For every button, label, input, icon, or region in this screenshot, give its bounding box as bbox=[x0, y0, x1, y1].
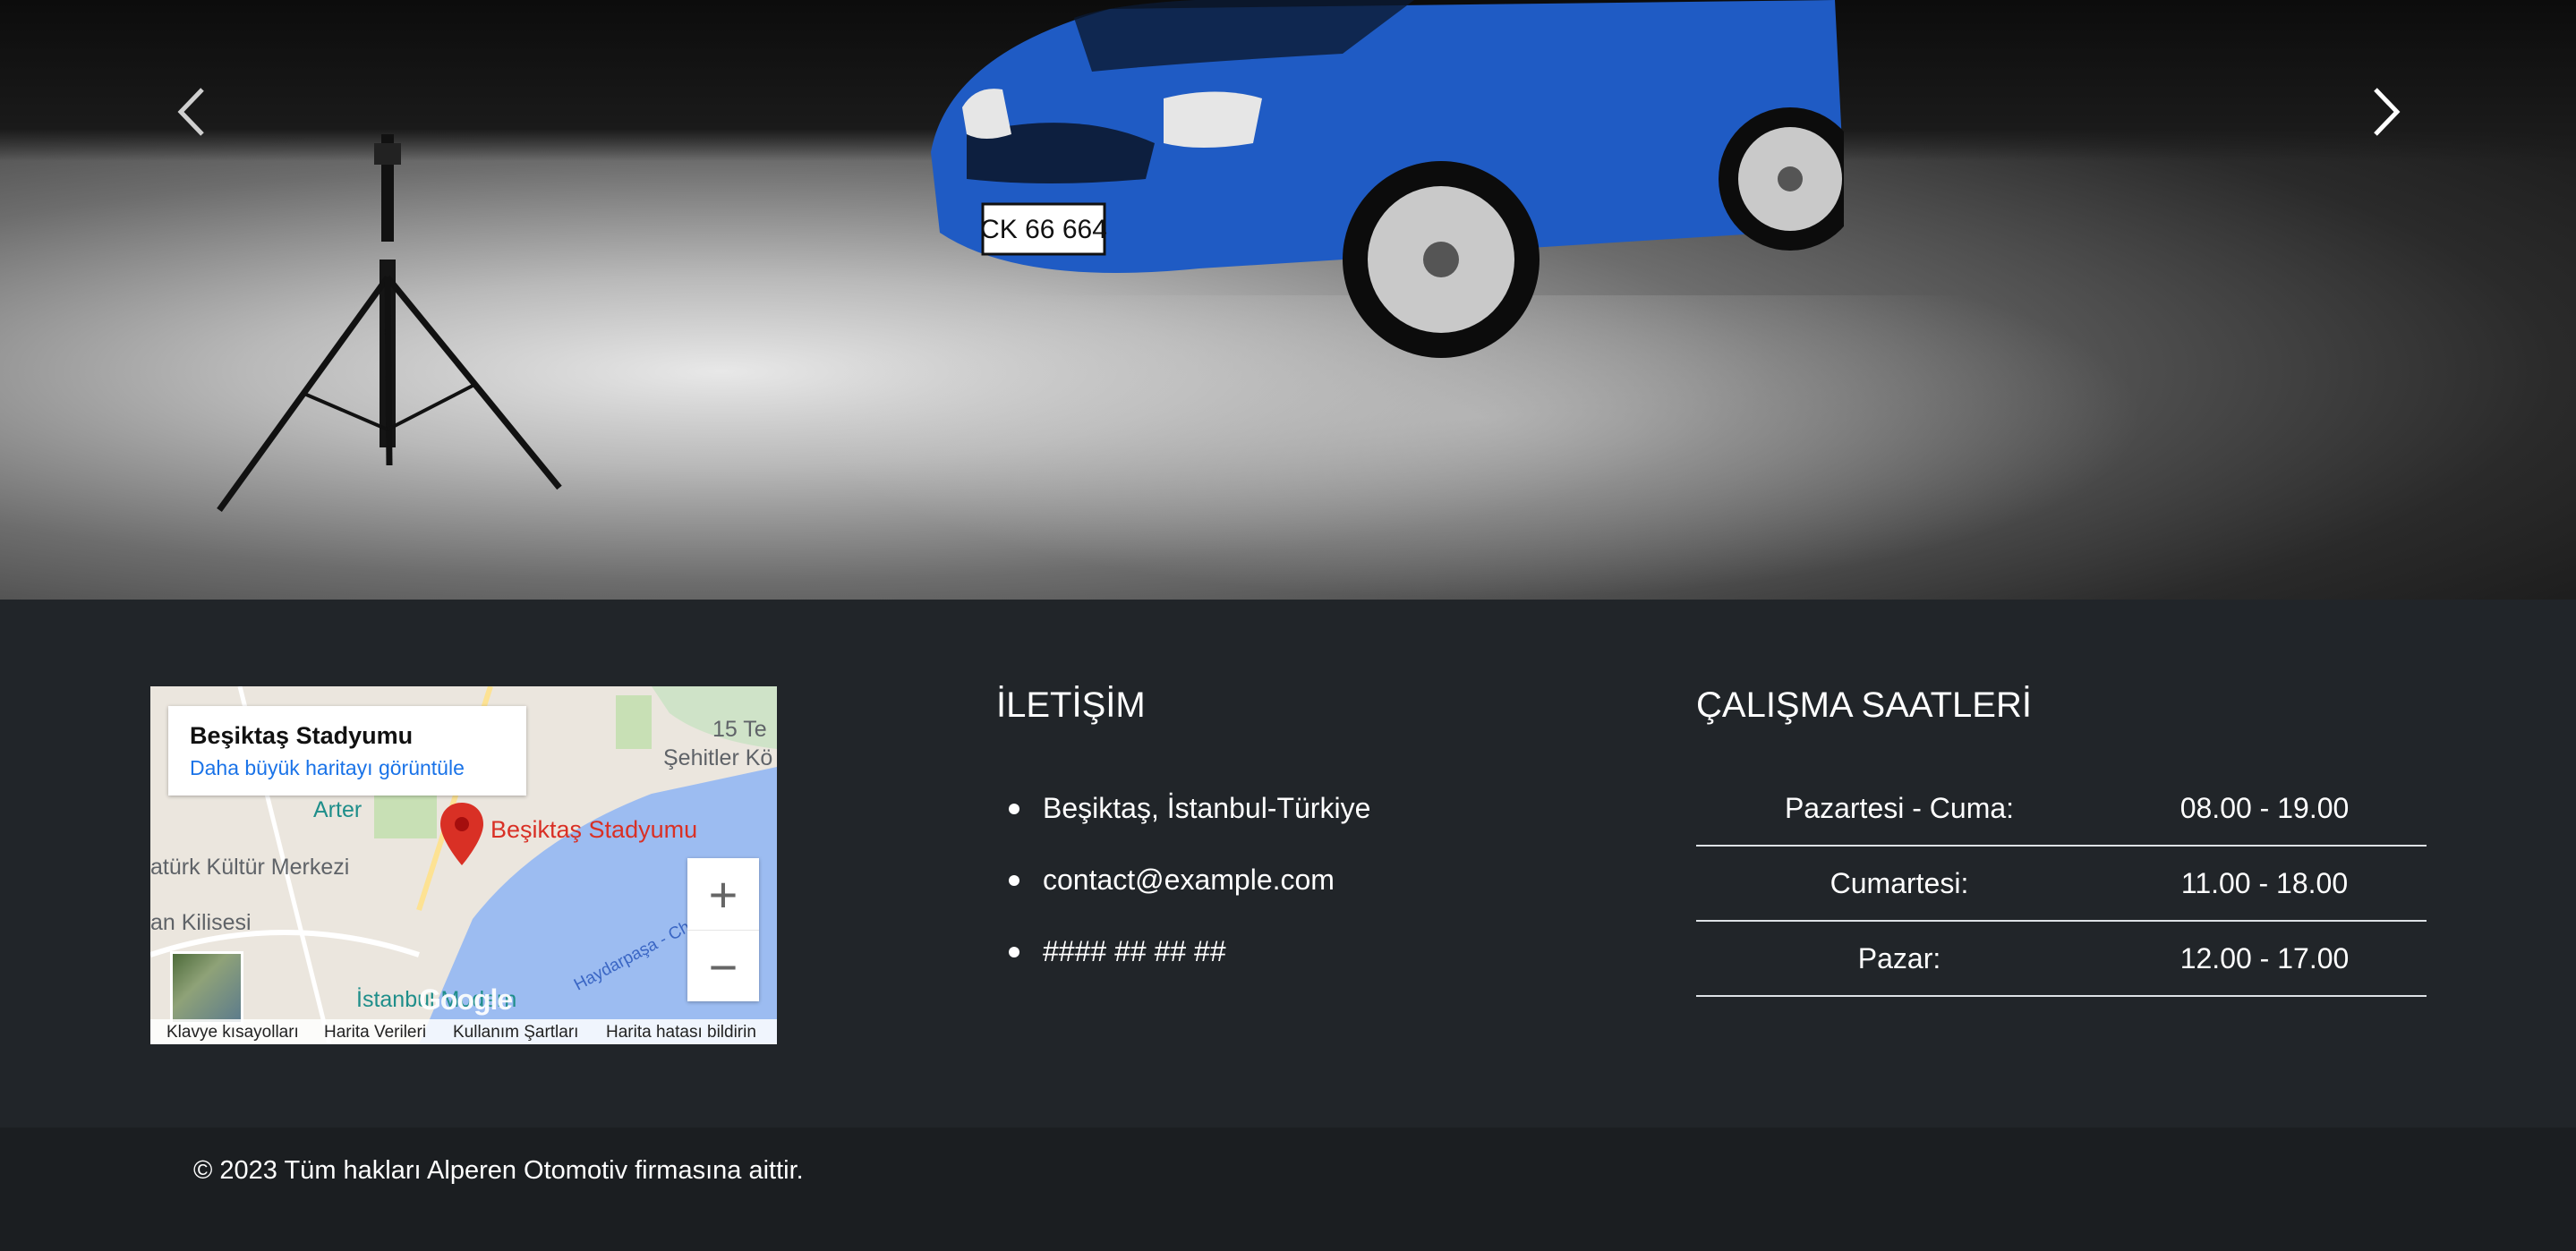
google-map-embed[interactable]: Arter atürk Kültür Merkezi an Kilisesi İ… bbox=[150, 686, 777, 1044]
larger-map-link[interactable]: Daha büyük haritayı görüntüle bbox=[190, 756, 465, 780]
map-zoom-control: + − bbox=[687, 858, 759, 1001]
map-label-arter: Arter bbox=[313, 797, 363, 822]
copyright-bar bbox=[0, 1128, 2576, 1251]
day-cell: Pazar: bbox=[1696, 921, 2103, 997]
map-pin-label[interactable]: Beşiktaş Stadyumu bbox=[490, 816, 697, 844]
bullet-icon bbox=[1009, 804, 1019, 814]
zoom-out-button[interactable]: − bbox=[687, 930, 759, 1002]
report-error-link[interactable]: Harita hatası bildirin bbox=[606, 1023, 756, 1042]
map-data-link[interactable]: Harita Verileri bbox=[324, 1023, 426, 1042]
time-cell: 11.00 - 18.00 bbox=[2103, 846, 2427, 922]
bullet-icon bbox=[1009, 875, 1019, 886]
keyboard-shortcuts-link[interactable]: Klavye kısayolları bbox=[166, 1023, 299, 1042]
chevron-right-icon[interactable] bbox=[2354, 81, 2417, 143]
map-label-sehitler: Şehitler Kö bbox=[663, 745, 773, 770]
working-hours-heading: ÇALIŞMA SAATLERİ bbox=[1696, 685, 2032, 725]
working-hours-table: Pazartesi - Cuma: 08.00 - 19.00 Cumartes… bbox=[1696, 771, 2427, 997]
map-attribution-bar: Klavye kısayolları Harita Verileri Kulla… bbox=[150, 1019, 777, 1044]
tripod-image bbox=[217, 134, 562, 513]
map-place-title: Beşiktaş Stadyumu bbox=[190, 722, 414, 749]
google-logo: Google bbox=[419, 983, 513, 1016]
zoom-in-button[interactable]: + bbox=[687, 858, 759, 930]
email-text: contact@example.com bbox=[1043, 864, 1335, 896]
contact-phone: #### ## ## ## bbox=[996, 926, 1370, 998]
satellite-toggle[interactable] bbox=[170, 951, 243, 1025]
chevron-left-icon[interactable] bbox=[161, 81, 224, 143]
table-row: Pazartesi - Cuma: 08.00 - 19.00 bbox=[1696, 771, 2427, 847]
contact-address: Beşiktaş, İstanbul-Türkiye bbox=[996, 783, 1370, 855]
map-place-card: Beşiktaş Stadyumu Daha büyük haritayı gö… bbox=[168, 706, 526, 796]
table-row: Cumartesi: 11.00 - 18.00 bbox=[1696, 846, 2427, 922]
table-row: Pazar: 12.00 - 17.00 bbox=[1696, 921, 2427, 997]
address-text: Beşiktaş, İstanbul-Türkiye bbox=[1043, 792, 1371, 824]
hero-carousel: CK 66 664 bbox=[0, 0, 2576, 600]
day-cell: Cumartesi: bbox=[1696, 846, 2103, 922]
map-pin-icon[interactable] bbox=[439, 801, 485, 867]
time-cell: 08.00 - 19.00 bbox=[2103, 771, 2427, 847]
contact-heading: İLETİŞİM bbox=[996, 685, 1146, 725]
phone-text: #### ## ## ## bbox=[1043, 935, 1226, 967]
day-cell: Pazartesi - Cuma: bbox=[1696, 771, 2103, 847]
car-image: CK 66 664 bbox=[931, 0, 1844, 358]
map-label-kilisesi: an Kilisesi bbox=[150, 910, 252, 935]
map-label-kultur: atürk Kültür Merkezi bbox=[150, 855, 350, 880]
contact-email: contact@example.com bbox=[996, 855, 1370, 926]
bullet-icon bbox=[1009, 947, 1019, 957]
map-label-te: 15 Te bbox=[712, 717, 767, 742]
copyright-text: © 2023 Tüm hakları Alperen Otomotiv firm… bbox=[193, 1156, 804, 1185]
contact-list: Beşiktaş, İstanbul-Türkiye contact@examp… bbox=[996, 783, 1370, 998]
terms-link[interactable]: Kullanım Şartları bbox=[453, 1023, 578, 1042]
license-plate: CK 66 664 bbox=[980, 215, 1107, 244]
time-cell: 12.00 - 17.00 bbox=[2103, 921, 2427, 997]
